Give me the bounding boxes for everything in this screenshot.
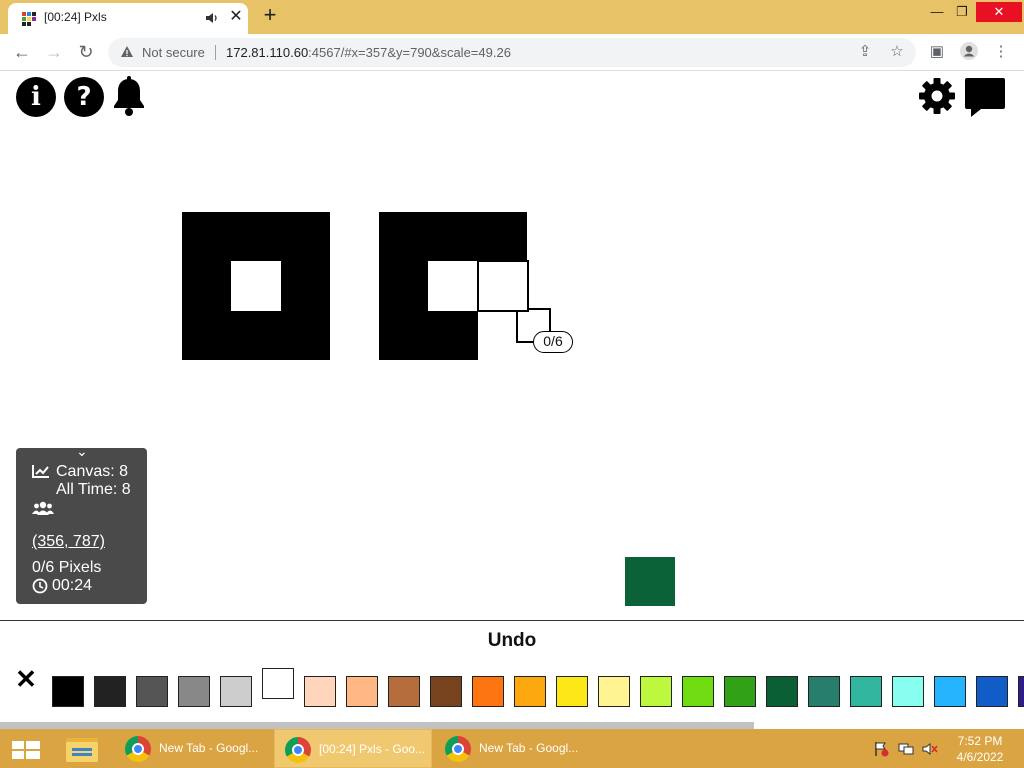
color-swatch[interactable] <box>178 676 210 707</box>
chrome-icon <box>285 737 311 763</box>
warning-icon <box>121 46 133 57</box>
alltime-count: All Time: 8 <box>56 481 131 498</box>
coordinates-link[interactable]: (356, 787) <box>32 533 105 551</box>
screen: [00:24] Pxls ✕ + — ❐ ✕ ← → ↻ Not secure … <box>0 0 1024 768</box>
tab-strip: [00:24] Pxls ✕ + — ❐ ✕ <box>0 0 1024 34</box>
url-host: 172.81.110.60 <box>226 45 309 60</box>
profile-avatar-icon[interactable] <box>958 41 980 63</box>
canvas-pixel-block[interactable] <box>379 311 478 360</box>
chrome-icon <box>445 736 471 762</box>
taskbar-item-label: New Tab - Googl... <box>479 741 579 755</box>
bookmark-star-icon[interactable]: ☆ <box>888 43 906 61</box>
canvas-pixel-block[interactable] <box>182 212 330 360</box>
close-window-button[interactable]: ✕ <box>976 2 1022 22</box>
cooldown-timer: 00:24 <box>52 577 93 594</box>
help-icon[interactable]: ? <box>64 77 104 117</box>
clock-time: 7:52 PM <box>957 734 1003 748</box>
taskbar-item-newtab[interactable]: New Tab - Googl... <box>435 729 593 768</box>
placed-pixel[interactable] <box>625 557 675 606</box>
color-swatch[interactable] <box>514 676 546 707</box>
omnibox-divider <box>215 45 216 60</box>
pxls-favicon-icon <box>22 12 36 26</box>
color-swatch[interactable] <box>892 676 924 707</box>
action-center-flag-icon[interactable] <box>873 741 889 757</box>
browser-toolbar: ← → ↻ Not secure 172.81.110.60:4567/#x=3… <box>0 34 1024 71</box>
color-swatch[interactable] <box>808 676 840 707</box>
color-swatch[interactable] <box>388 676 420 707</box>
taskbar-item-label: New Tab - Googl... <box>159 741 259 755</box>
chart-icon <box>32 464 50 478</box>
network-icon[interactable] <box>898 741 914 757</box>
color-swatch[interactable] <box>766 676 798 707</box>
system-clock[interactable]: 7:52 PM 4/6/2022 <box>945 733 1015 765</box>
color-swatch[interactable] <box>262 668 294 699</box>
security-label[interactable]: Not secure <box>142 45 205 60</box>
volume-muted-icon[interactable] <box>922 741 938 757</box>
color-swatch[interactable] <box>724 676 756 707</box>
reload-button[interactable]: ↻ <box>74 40 98 64</box>
color-swatch[interactable] <box>1018 676 1024 707</box>
windows-start-icon[interactable] <box>6 735 46 763</box>
users-icon <box>32 500 54 516</box>
color-swatch[interactable] <box>430 676 462 707</box>
tab-title: [00:24] Pxls <box>44 10 107 24</box>
browser-menu-icon[interactable]: ⋮ <box>990 41 1012 63</box>
url-path: :4567/#x=357&y=790&scale=49.26 <box>308 45 511 60</box>
share-icon[interactable]: ⇪ <box>856 43 874 61</box>
clock-icon <box>32 578 48 594</box>
close-tab-icon[interactable]: ✕ <box>226 7 246 27</box>
undo-button[interactable]: Undo <box>0 630 1024 652</box>
windows-taskbar: New Tab - Googl... [00:24] Pxls - Goo...… <box>0 729 1024 768</box>
color-swatch[interactable] <box>682 676 714 707</box>
taskbar-item-label: [00:24] Pxls - Goo... <box>319 742 426 756</box>
cursor-connector <box>516 311 518 343</box>
new-tab-button[interactable]: + <box>258 4 282 28</box>
chat-icon[interactable] <box>963 75 1007 119</box>
color-swatch[interactable] <box>850 676 882 707</box>
pixel-reticule[interactable] <box>477 260 529 312</box>
deselect-color-icon[interactable]: ✕ <box>12 665 40 693</box>
color-swatch[interactable] <box>346 676 378 707</box>
color-swatch[interactable] <box>472 676 504 707</box>
browser-tab[interactable]: [00:24] Pxls ✕ <box>8 3 248 34</box>
taskbar-item-newtab[interactable]: New Tab - Googl... <box>115 729 273 768</box>
info-icon[interactable]: i <box>16 77 56 117</box>
back-button[interactable]: ← <box>10 40 34 64</box>
palette-bar: Undo ✕ <box>0 620 1024 730</box>
gear-icon[interactable] <box>917 76 957 116</box>
restore-button[interactable]: ❐ <box>945 2 979 22</box>
color-swatch[interactable] <box>52 676 84 707</box>
side-panel-icon[interactable]: ▣ <box>926 41 948 63</box>
cursor-connector <box>528 308 550 310</box>
canvas-pixel-white[interactable] <box>428 261 478 311</box>
cursor-pixel-count: 0/6 <box>533 331 573 353</box>
color-swatch[interactable] <box>976 676 1008 707</box>
audio-playing-icon[interactable] <box>204 10 220 26</box>
cursor-connector <box>549 308 551 332</box>
color-swatch[interactable] <box>640 676 672 707</box>
taskbar-item-pxls[interactable]: [00:24] Pxls - Goo... <box>274 729 432 768</box>
canvas-pixel-white[interactable] <box>231 261 281 311</box>
color-swatch[interactable] <box>598 676 630 707</box>
bell-icon[interactable] <box>111 76 147 118</box>
color-swatch[interactable] <box>556 676 588 707</box>
forward-button[interactable]: → <box>42 40 66 64</box>
chrome-icon <box>125 736 151 762</box>
info-panel: ⌄ Canvas: 8 All Time: 8 (356, 787) 0/6 P… <box>16 443 147 604</box>
color-swatch[interactable] <box>934 676 966 707</box>
pixel-count: 0/6 Pixels <box>32 559 102 576</box>
color-swatch[interactable] <box>220 676 252 707</box>
file-explorer-icon[interactable] <box>62 732 102 766</box>
clock-date: 4/6/2022 <box>956 750 1004 764</box>
color-swatch[interactable] <box>94 676 126 707</box>
color-swatch[interactable] <box>136 676 168 707</box>
color-swatch[interactable] <box>304 676 336 707</box>
canvas-count: Canvas: 8 <box>56 463 129 480</box>
address-bar[interactable]: Not secure 172.81.110.60:4567/#x=357&y=7… <box>108 38 916 67</box>
collapse-chevron-icon[interactable]: ⌄ <box>76 443 88 460</box>
url-text[interactable]: 172.81.110.60:4567/#x=357&y=790&scale=49… <box>226 45 511 60</box>
